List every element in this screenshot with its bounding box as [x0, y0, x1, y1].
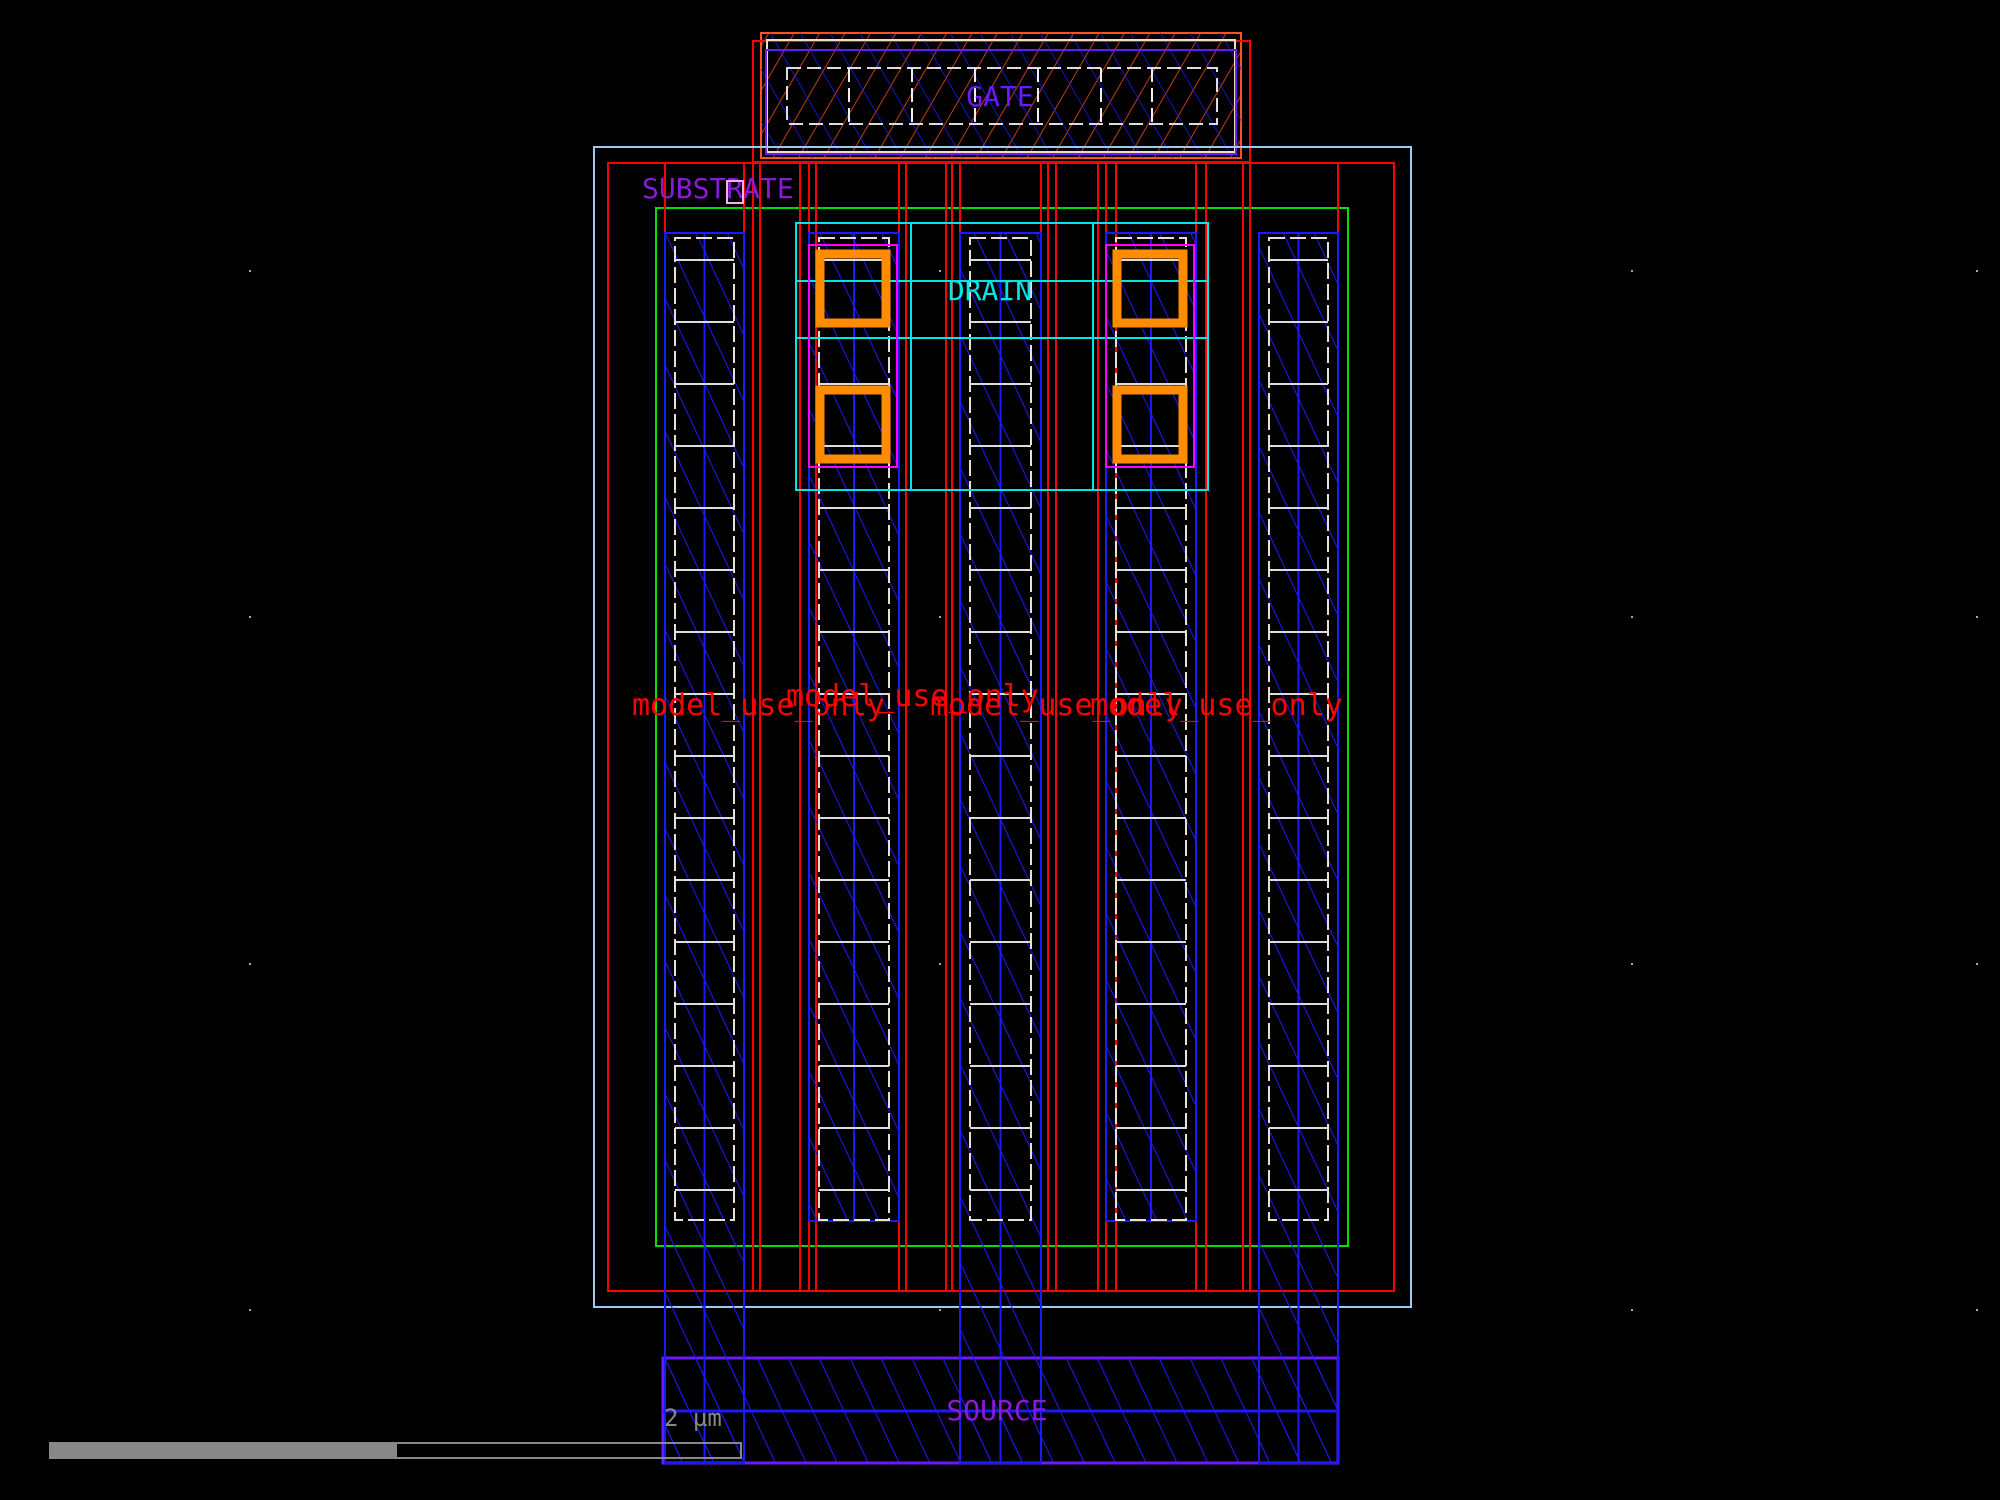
grid-dot [249, 1309, 251, 1311]
grid-dot [939, 616, 941, 618]
grid-dot [249, 963, 251, 965]
grid-dot [1976, 963, 1978, 965]
grid-dot [249, 270, 251, 272]
gate-label: GATE [966, 80, 1033, 113]
grid-dot [939, 270, 941, 272]
drain-label: DRAIN [948, 274, 1032, 307]
grid-dot [939, 1309, 941, 1311]
metal-fingers [664, 232, 1339, 1464]
grid-dot [249, 616, 251, 618]
grid-dot [1631, 616, 1633, 618]
grid-dot [939, 963, 941, 965]
grid-dot [1976, 1309, 1978, 1311]
model-use-only-label: model_use_only [1090, 688, 1343, 723]
scale-label: 2 µm [664, 1404, 722, 1432]
grid-dot [1976, 616, 1978, 618]
grid-dot [1631, 270, 1633, 272]
grid-dot [1631, 963, 1633, 965]
grid-dot [1976, 270, 1978, 272]
scale-bar: 2 µm [49, 1404, 742, 1459]
source-label: SOURCE [946, 1394, 1047, 1427]
substrate-label: SUBSTRATE [642, 172, 794, 205]
layout-canvas[interactable]: GATE SUBSTRATE DRAIN SOURCE model_use_on… [0, 0, 2000, 1500]
grid-dot [1631, 1309, 1633, 1311]
